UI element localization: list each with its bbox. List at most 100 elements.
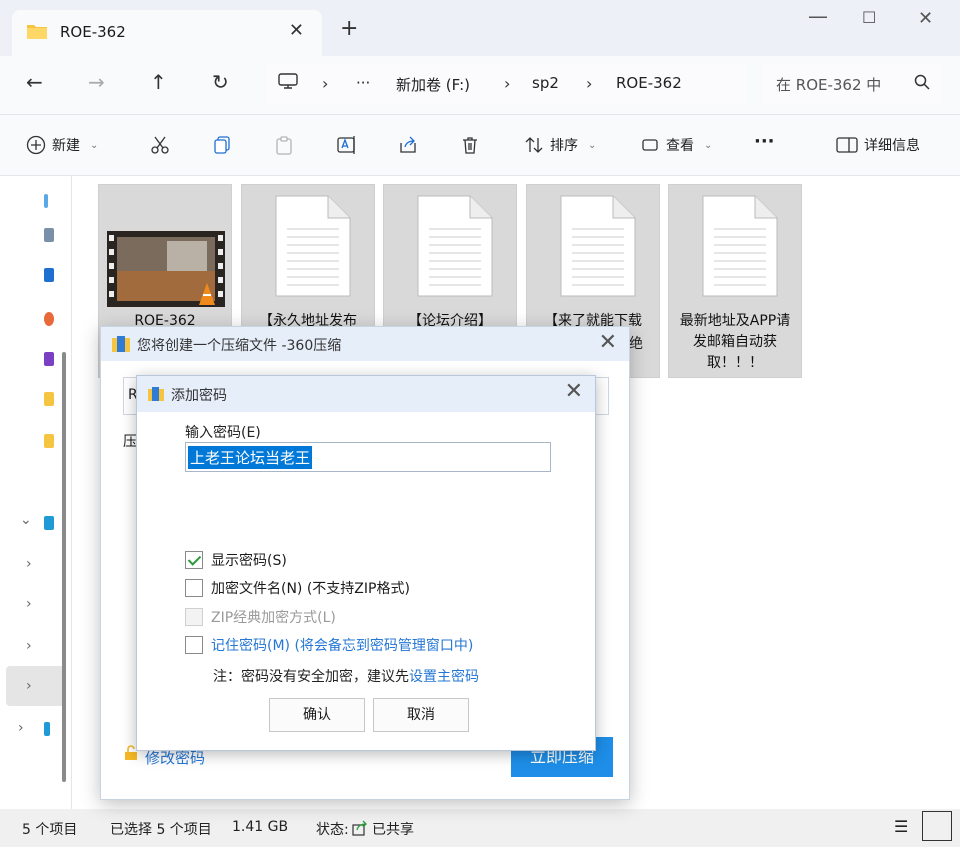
archive-icon	[112, 336, 130, 352]
nav-item-icon[interactable]	[44, 228, 54, 242]
sort-icon	[525, 137, 543, 153]
minimize-button[interactable]: —	[808, 4, 828, 28]
show-password-label: 显示密码(S)	[211, 553, 287, 569]
remember-password-checkbox[interactable]	[185, 636, 203, 654]
view-button[interactable]: 查看 ⌄	[640, 135, 712, 155]
document-icon	[275, 195, 351, 297]
nav-item-selected[interactable]	[6, 666, 66, 706]
nav-item-icon[interactable]	[44, 392, 54, 406]
tab-roe-362[interactable]: ROE-362 ✕	[12, 10, 322, 56]
address-bar[interactable]: › ··· 新加卷 (F:) › sp2 › ROE-362	[266, 64, 746, 104]
security-note: 注：密码没有安全加密，建议先设置主密码	[213, 666, 479, 686]
nav-item-icon[interactable]	[44, 312, 54, 326]
rename-button[interactable]	[336, 135, 358, 155]
ok-button[interactable]: 确认	[269, 698, 365, 732]
new-label: 新建	[52, 138, 80, 154]
more-crumbs-button[interactable]: ···	[356, 74, 370, 92]
navigation-pane: ⌄ › › › › ›	[0, 176, 72, 809]
selected-size: 1.41 GB	[232, 819, 289, 835]
up-arrow-icon[interactable]: ↑	[150, 70, 167, 94]
nav-item-icon[interactable]	[44, 352, 54, 366]
nav-scrollbar[interactable]	[62, 352, 66, 782]
nav-item-icon[interactable]	[44, 516, 54, 530]
copy-button[interactable]	[212, 135, 232, 155]
item-count: 5 个项目	[22, 822, 78, 838]
nav-item-icon[interactable]	[44, 434, 54, 448]
chevron-down-icon[interactable]: ⌄	[20, 512, 32, 528]
forward-arrow-icon[interactable]: →	[88, 70, 105, 94]
sort-label: 排序	[550, 138, 578, 154]
chevron-right-icon[interactable]: ›	[18, 720, 24, 736]
document-icon	[702, 195, 778, 297]
list-view-icon[interactable]: ☰	[894, 817, 908, 836]
document-icon	[560, 195, 636, 297]
nav-item-icon[interactable]	[44, 268, 54, 282]
view-label: 查看	[666, 138, 694, 154]
file-item[interactable]: 最新地址及APP请发邮箱自动获取！！！	[668, 184, 802, 378]
folder-icon	[27, 25, 47, 39]
close-tab-icon[interactable]: ✕	[289, 20, 304, 41]
maximize-button[interactable]: ☐	[862, 8, 876, 27]
scissors-icon	[151, 136, 169, 154]
cut-button[interactable]	[150, 135, 170, 155]
delete-button[interactable]	[460, 135, 480, 155]
film-icon	[107, 231, 225, 307]
search-input[interactable]: 在 ROE-362 中	[762, 64, 942, 104]
back-arrow-icon[interactable]: ←	[26, 70, 43, 94]
password-dialog-titlebar: 添加密码 ✕	[137, 376, 595, 412]
chevron-right-icon: ›	[504, 74, 511, 93]
tab-title: ROE-362	[60, 23, 126, 41]
details-pane-button[interactable]: 详细信息	[836, 135, 920, 155]
close-icon[interactable]: ✕	[565, 379, 583, 404]
rename-icon	[337, 136, 355, 154]
refresh-icon[interactable]: ↻	[212, 70, 229, 94]
chevron-down-icon: ⌄	[588, 139, 597, 151]
search-placeholder: 在 ROE-362 中	[776, 76, 882, 94]
breadcrumb-roe-362[interactable]: ROE-362	[616, 74, 682, 92]
new-tab-button[interactable]: +	[340, 16, 358, 41]
zip-classic-checkbox	[185, 608, 203, 626]
selected-count: 已选择 5 个项目	[110, 822, 212, 838]
sort-button[interactable]: 排序 ⌄	[524, 135, 596, 155]
password-value: 上老王论坛当老王	[188, 446, 313, 469]
show-password-checkbox[interactable]	[185, 551, 203, 569]
document-icon	[417, 195, 493, 297]
shared-icon	[352, 820, 367, 836]
chevron-right-icon: ›	[586, 74, 593, 93]
paste-button[interactable]	[274, 135, 294, 155]
compress-label: 压	[123, 434, 137, 450]
close-icon[interactable]: ✕	[599, 330, 617, 355]
nav-item-icon[interactable]	[44, 194, 48, 208]
more-options-button[interactable]: ···	[754, 131, 775, 152]
set-master-password-link[interactable]: 设置主密码	[409, 669, 479, 685]
details-label: 详细信息	[864, 138, 920, 154]
file-name-extra: 绝	[629, 336, 643, 352]
details-pane-icon	[836, 137, 858, 153]
state-value: 已共享	[372, 822, 414, 838]
archive-icon	[148, 387, 164, 401]
chevron-down-icon: ⌄	[90, 139, 99, 151]
chevron-right-icon[interactable]: ›	[26, 556, 32, 572]
plus-circle-icon	[26, 135, 46, 155]
chevron-right-icon[interactable]: ›	[26, 678, 32, 694]
tile-view-button[interactable]	[922, 811, 952, 841]
encrypt-filename-label: 加密文件名(N) (不支持ZIP格式)	[211, 581, 410, 597]
network-icon[interactable]	[44, 722, 50, 736]
chevron-right-icon: ›	[322, 74, 329, 93]
cancel-button[interactable]: 取消	[373, 698, 469, 732]
clipboard-icon	[276, 136, 292, 155]
chevron-right-icon[interactable]: ›	[26, 638, 32, 654]
chevron-right-icon[interactable]: ›	[26, 596, 32, 612]
show-password-option[interactable]: 显示密码(S)	[185, 550, 287, 570]
breadcrumb-drive[interactable]: 新加卷 (F:)	[396, 74, 470, 95]
remember-password-option[interactable]: 记住密码(M) (将会备忘到密码管理窗口中)	[185, 635, 473, 655]
breadcrumb-sp2[interactable]: sp2	[532, 74, 559, 92]
view-icon	[642, 139, 658, 151]
password-input[interactable]: 上老王论坛当老王	[185, 442, 551, 472]
close-window-button[interactable]: ✕	[918, 8, 933, 29]
encrypt-filename-checkbox[interactable]	[185, 579, 203, 597]
share-button[interactable]	[398, 135, 418, 155]
new-button[interactable]: 新建 ⌄	[26, 135, 98, 155]
encrypt-filename-option[interactable]: 加密文件名(N) (不支持ZIP格式)	[185, 578, 410, 598]
video-thumbnail	[107, 231, 225, 307]
